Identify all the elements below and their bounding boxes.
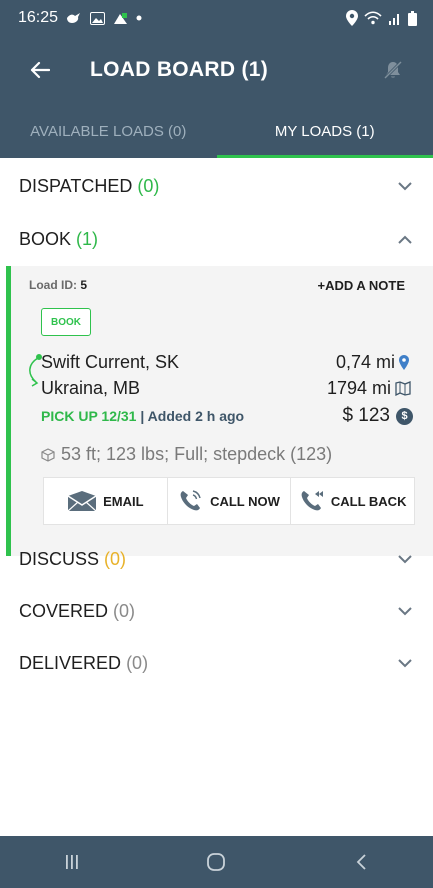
bell-off-icon bbox=[383, 60, 403, 80]
page-title: LOAD BOARD (1) bbox=[90, 58, 269, 81]
section-count: (0) bbox=[104, 548, 127, 569]
box-icon bbox=[41, 447, 55, 462]
arrow-left-icon bbox=[30, 61, 50, 79]
destination-city: Ukraina, MB bbox=[41, 378, 141, 398]
section-book[interactable]: BOOK (1) bbox=[0, 213, 433, 265]
section-discuss[interactable]: DISCUSS (0) bbox=[0, 533, 433, 585]
section-label: DISPATCHED bbox=[19, 175, 133, 196]
section-label: DISCUSS bbox=[19, 548, 100, 569]
dollar-icon: $ bbox=[396, 407, 413, 425]
load-card[interactable]: Load ID: 5 +ADD A NOTE BOOK Swift Curren… bbox=[6, 266, 433, 556]
pin-icon bbox=[399, 355, 409, 370]
more-notifications-dot-icon bbox=[136, 15, 142, 21]
added-time: Added 2 h ago bbox=[147, 408, 245, 424]
chevron-down-icon bbox=[395, 601, 415, 621]
add-note-button[interactable]: +ADD A NOTE bbox=[317, 278, 405, 293]
call-now-button[interactable]: CALL NOW bbox=[167, 478, 292, 524]
call-back-label: CALL BACK bbox=[330, 493, 407, 509]
bird-notification-icon bbox=[66, 11, 82, 25]
phone-callback-icon bbox=[301, 491, 323, 511]
section-count: (1) bbox=[76, 228, 99, 249]
load-id: Load ID: 5 bbox=[29, 278, 87, 292]
tab-my-loads[interactable]: MY LOADS (1) bbox=[216, 104, 433, 158]
home-icon bbox=[207, 853, 226, 871]
pickup-date: PICK UP 12/31 bbox=[41, 408, 137, 424]
battery-icon bbox=[408, 10, 417, 26]
wifi-icon bbox=[364, 11, 382, 25]
status-bar: 16:25 bbox=[0, 0, 433, 36]
call-now-label: CALL NOW bbox=[210, 493, 280, 509]
destination-distance-value: 1794 mi bbox=[326, 378, 391, 398]
recent-apps-button[interactable] bbox=[42, 836, 102, 888]
section-label: DELIVERED bbox=[19, 652, 122, 673]
load-price: $ 123 $ bbox=[342, 405, 413, 427]
origin-distance: 0,74 mi bbox=[336, 352, 409, 373]
status-time: 16:25 bbox=[18, 9, 59, 26]
load-id-value: 5 bbox=[80, 278, 88, 292]
chevron-down-icon bbox=[395, 653, 415, 673]
route-connector-icon bbox=[29, 354, 42, 387]
destination-distance: 1794 mi bbox=[327, 378, 411, 399]
section-count: (0) bbox=[126, 652, 149, 673]
load-id-label: Load ID: bbox=[29, 278, 77, 292]
system-back-button[interactable] bbox=[331, 836, 391, 888]
call-back-button[interactable]: CALL BACK bbox=[291, 478, 415, 524]
email-button[interactable]: EMAIL bbox=[44, 478, 168, 524]
tab-bar: AVAILABLE LOADS (0) MY LOADS (1) bbox=[0, 104, 433, 158]
equipment-info: 53 ft; 123 lbs; Full; stepdeck (123) bbox=[41, 444, 332, 465]
section-delivered[interactable]: DELIVERED (0) bbox=[0, 637, 433, 689]
email-label: EMAIL bbox=[103, 493, 144, 509]
app-bar: LOAD BOARD (1) bbox=[0, 36, 433, 104]
contact-actions: EMAIL CALL NOW CALL BACK bbox=[43, 477, 415, 525]
section-label: BOOK bbox=[19, 228, 72, 249]
back-button[interactable] bbox=[12, 36, 68, 104]
pickup-info: PICK UP 12/31 | Added 2 h ago bbox=[41, 408, 244, 424]
app-notification-icon bbox=[113, 12, 128, 25]
chevron-up-icon bbox=[395, 229, 415, 249]
origin-distance-value: 0,74 mi bbox=[335, 352, 395, 372]
price-value: $ 123 bbox=[342, 405, 390, 426]
map-icon[interactable] bbox=[395, 381, 411, 396]
pickup-separator: | bbox=[140, 408, 145, 424]
section-label: COVERED bbox=[19, 600, 109, 621]
section-count: (0) bbox=[113, 600, 136, 621]
section-covered[interactable]: COVERED (0) bbox=[0, 585, 433, 637]
tab-available-loads[interactable]: AVAILABLE LOADS (0) bbox=[0, 104, 217, 158]
location-icon bbox=[346, 10, 358, 26]
recent-apps-icon bbox=[66, 855, 78, 869]
section-count: (0) bbox=[137, 175, 160, 196]
home-button[interactable] bbox=[186, 836, 246, 888]
chevron-down-icon bbox=[395, 176, 415, 196]
chevron-left-icon bbox=[356, 854, 366, 870]
chevron-down-icon bbox=[395, 549, 415, 569]
system-nav-bar bbox=[0, 836, 433, 888]
equipment-text: 53 ft; 123 lbs; Full; stepdeck (123) bbox=[61, 444, 333, 464]
status-badge: BOOK bbox=[41, 308, 91, 336]
email-icon bbox=[67, 491, 97, 512]
notifications-off-button[interactable] bbox=[365, 42, 421, 98]
origin-city: Swift Current, SK bbox=[41, 352, 180, 372]
signal-icon bbox=[388, 11, 402, 25]
image-notification-icon bbox=[90, 11, 106, 25]
phone-ringing-icon bbox=[180, 490, 201, 511]
section-dispatched[interactable]: DISPATCHED (0) bbox=[0, 160, 433, 212]
